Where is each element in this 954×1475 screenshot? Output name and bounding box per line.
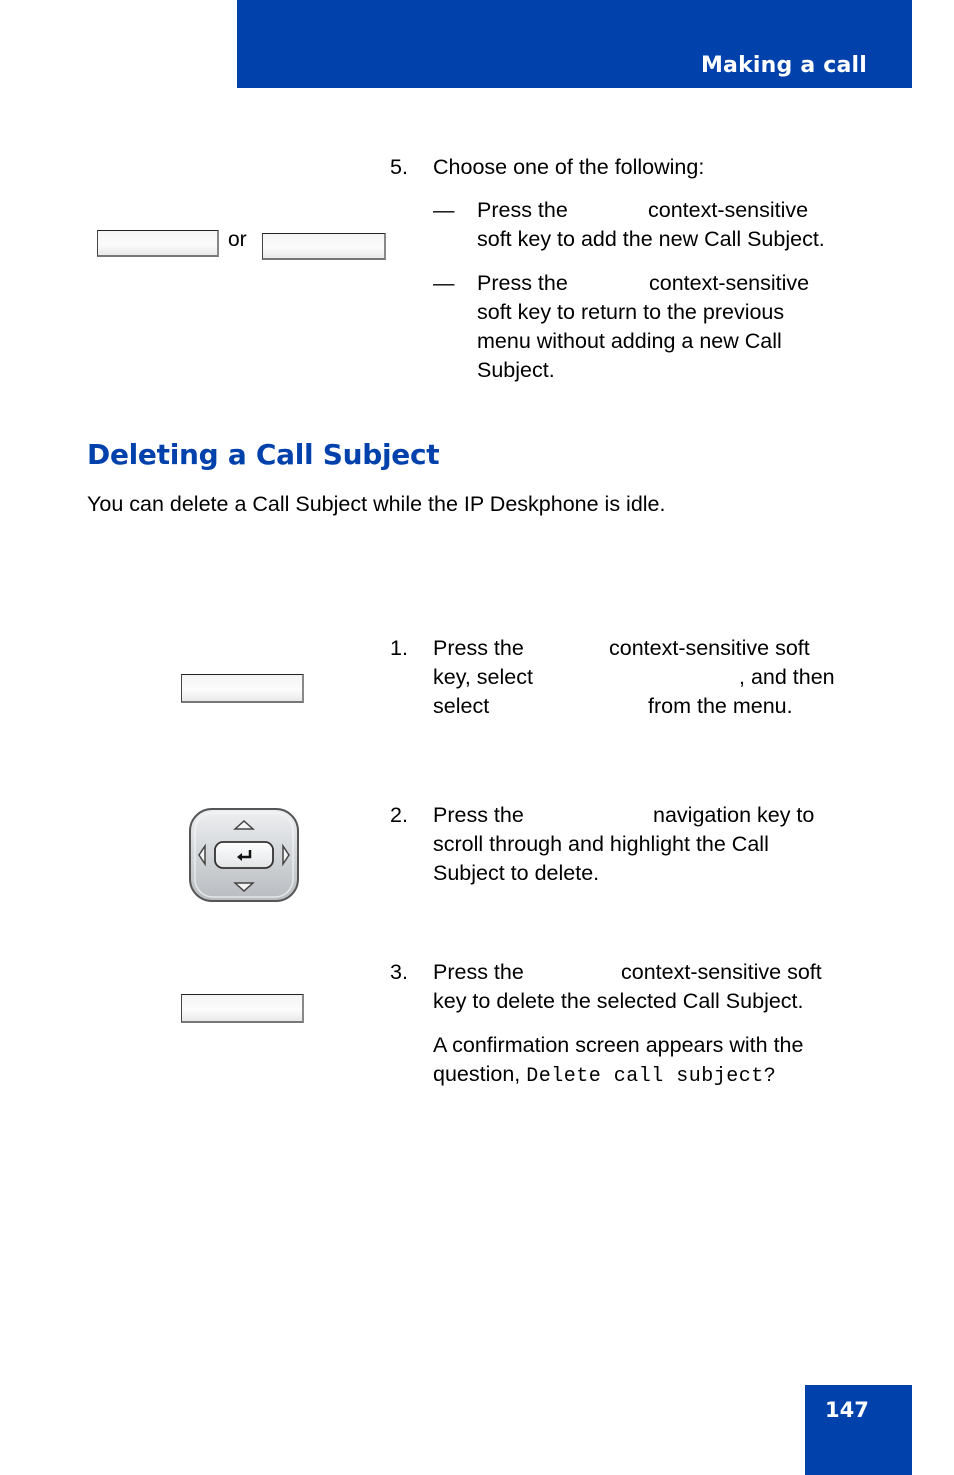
step-text: Subject to delete. — [433, 861, 600, 885]
chapter-header: Making a call — [237, 0, 912, 88]
step-text: context-sensitive soft — [609, 636, 810, 660]
option-text: Press the — [477, 271, 568, 295]
option-text: menu without adding a new Call — [477, 329, 782, 353]
option-text: soft key to add the new Call Subject. — [477, 227, 825, 251]
step-text: key to delete the selected Call Subject. — [433, 989, 804, 1013]
step-text: from the menu. — [648, 694, 793, 718]
note-text: A confirmation screen appears with the — [433, 1033, 804, 1057]
option-text: Press the — [477, 198, 568, 222]
step-text: navigation key to — [653, 803, 815, 827]
or-label: or — [228, 228, 247, 251]
section-intro: You can delete a Call Subject while the … — [87, 492, 666, 516]
step-text: Choose one of the following: — [433, 155, 705, 179]
section-title: Deleting a Call Subject — [87, 438, 440, 471]
soft-key-icon — [181, 674, 304, 703]
step-text: context-sensitive soft — [621, 960, 822, 984]
page-number-box: 147 — [805, 1385, 912, 1475]
step-text: scroll through and highlight the Call — [433, 832, 769, 856]
soft-key-icon — [97, 230, 219, 257]
step-text: , and then — [739, 665, 835, 689]
note-text: question, Delete call subject? — [433, 1060, 776, 1091]
bullet-dash: — — [433, 198, 455, 222]
step-number: 1. — [390, 636, 408, 660]
step-number: 2. — [390, 803, 408, 827]
option-text: Subject. — [477, 358, 555, 382]
step-text: key, select — [433, 665, 533, 689]
note-text-lead: question, — [433, 1062, 521, 1086]
enter-key-icon — [214, 841, 274, 869]
page-number: 147 — [825, 1398, 869, 1422]
step-number: 3. — [390, 960, 408, 984]
option-text: soft key to return to the previous — [477, 300, 785, 324]
soft-key-icon — [262, 233, 386, 260]
navigation-cluster-icon — [189, 808, 299, 902]
chapter-title: Making a call — [700, 53, 867, 78]
step-text: Press the — [433, 960, 524, 984]
step-text: select — [433, 694, 490, 718]
option-text: context-sensitive — [648, 198, 809, 222]
option-text: context-sensitive — [649, 271, 810, 295]
step-number: 5. — [390, 155, 408, 179]
soft-key-icon — [181, 994, 304, 1023]
step-text: Press the — [433, 636, 524, 660]
bullet-dash: — — [433, 271, 455, 295]
step-text: Press the — [433, 803, 524, 827]
confirmation-prompt: Delete call subject? — [526, 1065, 777, 1088]
